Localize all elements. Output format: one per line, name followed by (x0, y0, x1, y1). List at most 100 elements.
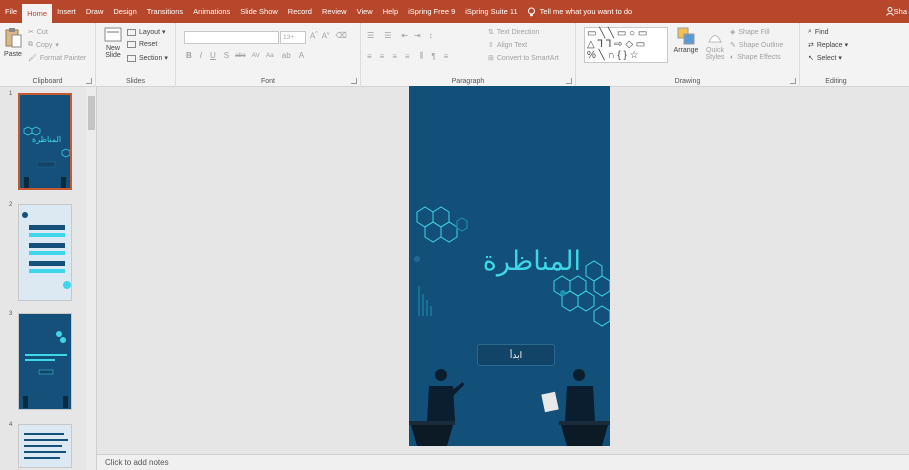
share-label: Sha (893, 7, 907, 16)
share-button[interactable]: Sha (885, 0, 907, 23)
align-left-icon[interactable]: ≡ (367, 52, 372, 61)
distribute-icon[interactable]: ≡ (444, 52, 449, 61)
arrange-button[interactable]: Arrange (672, 27, 700, 54)
justify-icon[interactable]: ≡ (405, 52, 410, 61)
scissors-icon: ✂ (28, 29, 34, 36)
italic-button[interactable]: I (200, 51, 202, 60)
highlight-color-button[interactable]: ab (282, 51, 291, 60)
columns-icon[interactable]: ⫼ (420, 51, 424, 61)
select-label: Select (816, 54, 837, 62)
alignment-buttons: ≡ ≡ ≡ ≡ ⫼ ¶ ≡ (367, 51, 448, 61)
clipboard-launcher-icon[interactable] (86, 78, 92, 84)
rtl-icon[interactable]: ¶ (431, 52, 435, 61)
tab-record[interactable]: Record (283, 0, 317, 23)
change-case-button[interactable]: Aa (266, 52, 274, 59)
tab-help[interactable]: Help (378, 0, 403, 23)
strikethrough-button[interactable]: abc (235, 52, 245, 59)
shapes-gallery[interactable]: ▭ ╲ ╲ ▭ ○ ▭ △ ⅂ ⅂ ⇨ ◇ ▭ % ╲ ∩ { } ☆ (584, 27, 668, 63)
shadow-button[interactable]: S (224, 51, 229, 60)
tab-draw[interactable]: Draw (81, 0, 109, 23)
clear-format-icon[interactable]: ⌫ (336, 31, 347, 40)
tab-slide-show[interactable]: Slide Show (235, 0, 283, 23)
debater-right-figure (541, 369, 610, 446)
bold-button[interactable]: B (186, 51, 192, 60)
paste-button[interactable]: Paste (2, 27, 24, 69)
arrange-label: Arrange (673, 47, 699, 54)
thumb-4-content (24, 433, 68, 459)
tab-transitions[interactable]: Transitions (142, 0, 188, 23)
shape-effects-button[interactable]: ◐ Shape Effects (730, 54, 781, 61)
underline-button[interactable]: U (210, 51, 216, 60)
shape-outline-label: Shape Outline (738, 41, 784, 49)
align-text-button[interactable]: ⇳ Align Text (488, 41, 527, 50)
search-icon: ⌕ (808, 28, 812, 35)
replace-button[interactable]: ⇄ Replace ▾ (808, 41, 848, 50)
tell-me-search[interactable]: Tell me what you want to do (527, 7, 633, 17)
slide-number: 1 (9, 91, 13, 97)
find-button[interactable]: ⌕ Find (808, 28, 829, 36)
tab-view[interactable]: View (352, 0, 378, 23)
thumbnail-scrollbar[interactable] (86, 87, 96, 470)
slide-title[interactable]: المناظرة (461, 246, 581, 277)
smartart-icon: ⊞ (488, 55, 494, 62)
ribbon-home: Paste ✂ Cut ⧉ Copy ▾ 🖌 Format Painter Clipbo… (0, 23, 909, 87)
grow-font-button[interactable]: A^ (310, 31, 318, 41)
chevron-down-icon: ▾ (162, 29, 166, 36)
slide-thumbnail-3[interactable] (18, 313, 72, 410)
font-name-box[interactable] (184, 31, 279, 44)
tab-insert[interactable]: Insert (52, 0, 81, 23)
tab-file[interactable]: File (0, 0, 22, 23)
text-direction-button[interactable]: ⇅ Text Direction (488, 28, 539, 37)
reset-button[interactable]: Reset (127, 41, 157, 48)
start-button[interactable]: ابدأ (477, 344, 555, 366)
paint-bucket-icon: ◈ (730, 29, 736, 36)
select-button[interactable]: ↖ Select ▾ (808, 54, 842, 63)
clipboard-group: Paste ✂ Cut ⧉ Copy ▾ 🖌 Format Painter Clipbo… (0, 23, 96, 87)
paragraph-launcher-icon[interactable] (566, 78, 572, 84)
align-center-icon[interactable]: ≡ (380, 52, 385, 61)
text-direction-icon: ⇅ (488, 29, 494, 36)
numbering-icon[interactable]: ☰ (384, 31, 391, 40)
copy-button[interactable]: ⧉ Copy ▾ (28, 41, 59, 49)
quick-styles-button[interactable]: Quick Styles (702, 27, 728, 61)
slide-thumbnail-1[interactable]: المناظرة (18, 93, 72, 190)
convert-smartart-button[interactable]: ⊞ Convert to SmartArt (488, 54, 559, 63)
shape-effects-label: Shape Effects (737, 54, 781, 61)
slide-number: 3 (9, 311, 13, 317)
shrink-font-button[interactable]: Av (322, 31, 330, 41)
section-button[interactable]: Section ▾ (127, 54, 168, 62)
tab-ispring-free[interactable]: iSpring Free 9 (403, 0, 460, 23)
tell-me-text: Tell me what you want to do (539, 7, 633, 16)
cut-button[interactable]: ✂ Cut (28, 28, 48, 37)
shape-fill-button[interactable]: ◈ Shape Fill (730, 28, 770, 37)
scrollbar-thumb[interactable] (88, 96, 95, 130)
bullets-icon[interactable]: ☰ (367, 31, 374, 40)
shape-outline-button[interactable]: ✎ Shape Outline (730, 41, 784, 50)
decrease-indent-icon[interactable]: ⇤ (401, 31, 408, 40)
new-slide-icon (104, 27, 122, 42)
drawing-launcher-icon[interactable] (790, 78, 796, 84)
slide-thumbnail-4[interactable] (18, 424, 72, 468)
debater-left-figure (409, 369, 464, 446)
layout-button[interactable]: Layout ▾ (127, 28, 166, 36)
notes-pane[interactable]: Click to add notes (97, 454, 909, 470)
tab-design[interactable]: Design (108, 0, 141, 23)
new-slide-button[interactable]: New Slide (102, 27, 124, 59)
font-launcher-icon[interactable] (351, 78, 357, 84)
format-painter-button[interactable]: 🖌 Format Painter (28, 54, 86, 63)
char-spacing-button[interactable]: AV (252, 52, 260, 59)
ribbon-tab-bar: File Home Insert Draw Design Transitions… (0, 0, 909, 23)
tab-ispring-suite[interactable]: iSpring Suite 11 (460, 0, 522, 23)
slide-thumbnail-2[interactable] (18, 204, 72, 301)
font-size-box[interactable]: 13+ (280, 31, 306, 44)
tab-animations[interactable]: Animations (188, 0, 235, 23)
tab-home[interactable]: Home (22, 4, 53, 23)
font-color-button[interactable]: A (299, 51, 304, 60)
align-right-icon[interactable]: ≡ (392, 52, 397, 61)
pen-icon: ✎ (730, 42, 736, 49)
increase-indent-icon[interactable]: ⇥ (414, 31, 421, 40)
tab-review[interactable]: Review (317, 0, 352, 23)
cursor-icon: ↖ (808, 55, 814, 62)
current-slide[interactable]: المناظرة ابدأ (409, 86, 610, 446)
line-spacing-icon[interactable]: ↕ (429, 31, 433, 40)
